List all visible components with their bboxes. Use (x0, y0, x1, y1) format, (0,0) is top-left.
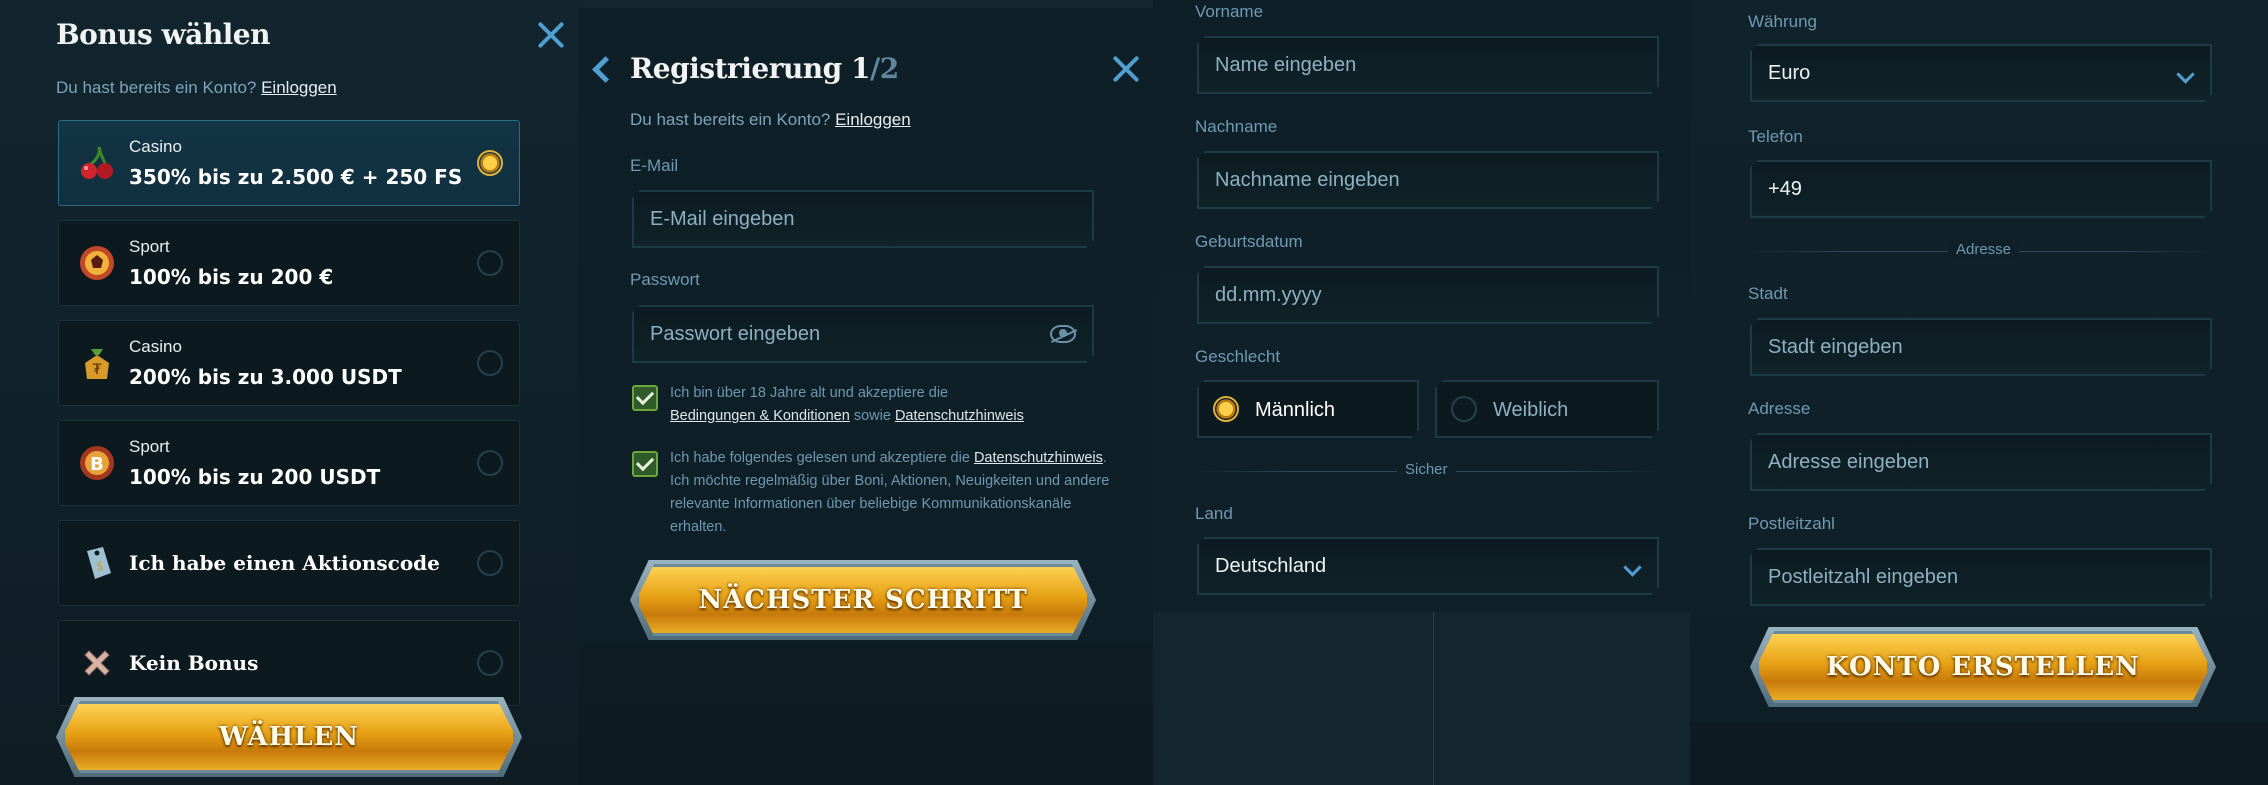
bonus-option-promo-code[interactable]: $ Ich habe einen Aktionscode (58, 520, 520, 606)
bonus-offer: 100% bis zu 200 USDT (129, 465, 381, 489)
bonus-option-none[interactable]: Kein Bonus (58, 620, 520, 706)
address-field[interactable]: Adresse eingeben (1750, 433, 2212, 491)
last-name-label: Nachname (1195, 117, 1278, 136)
gender-male-label: Männlich (1255, 399, 1336, 421)
consent-age-checkbox[interactable] (632, 385, 658, 411)
login-link[interactable]: Einloggen (835, 110, 911, 129)
create-account-button[interactable]: KONTO ERSTELLEN (1756, 631, 2210, 703)
phone-field[interactable]: +49 (1750, 160, 2212, 218)
personal-data-panel: Vorname Name eingeben Nachname Nachname … (1153, 0, 1690, 612)
bonus-category: Sport (129, 237, 170, 256)
bonus-category: Casino (129, 137, 182, 156)
bonus-panel: Bonus wählen Du hast bereits ein Konto? … (0, 0, 578, 785)
soccer-ball-icon (77, 243, 115, 281)
email-label: E-Mail (630, 156, 679, 175)
bonus-option-sport-1[interactable]: Sport 100% bis zu 200 € (58, 220, 520, 306)
back-icon[interactable] (590, 54, 610, 84)
gender-female-radio[interactable] (1451, 396, 1477, 422)
gender-male-radio[interactable] (1213, 396, 1239, 422)
login-prompt: Du hast bereits ein Konto? Einloggen (630, 110, 911, 129)
close-icon[interactable] (1111, 54, 1141, 84)
zip-label: Postleitzahl (1748, 514, 1835, 533)
bonus-offer: Ich habe einen Aktionscode (129, 551, 440, 575)
secure-divider-label: Sicher (1397, 461, 1456, 478)
choose-button[interactable]: WÄHLEN (62, 701, 516, 773)
currency-select[interactable]: Euro (1750, 44, 2212, 102)
chevron-down-icon (1623, 558, 1641, 576)
currency-label: Währung (1748, 12, 1817, 31)
svg-text:₮: ₮ (93, 362, 102, 378)
city-field[interactable]: Stadt eingeben (1750, 318, 2212, 376)
country-label: Land (1195, 504, 1233, 523)
close-icon[interactable] (536, 20, 566, 50)
country-select[interactable]: Deutschland (1197, 537, 1659, 595)
bonus-option-sport-2[interactable]: B Sport 100% bis zu 200 USDT (58, 420, 520, 506)
panel-divider-line (1433, 612, 1434, 785)
consent-age-text: Ich bin über 18 Jahre alt und akzeptiere… (670, 385, 1024, 424)
personal-data-footer (1153, 612, 1690, 785)
price-tag-icon: $ (77, 543, 115, 581)
login-prompt: Du hast bereits ein Konto? Einloggen (56, 78, 337, 97)
dob-field[interactable]: dd.mm.yyyy (1197, 266, 1659, 324)
bonus-radio[interactable] (477, 450, 503, 476)
email-field[interactable]: E-Mail eingeben (632, 190, 1094, 248)
bonus-option-casino-2[interactable]: ₮ Casino 200% bis zu 3.000 USDT (58, 320, 520, 406)
bonus-offer: 350% bis zu 2.500 € + 250 FS (129, 165, 463, 189)
bonus-radio[interactable] (477, 350, 503, 376)
privacy-link[interactable]: Datenschutzhinweis (895, 408, 1024, 424)
terms-link[interactable]: Bedingungen & Konditionen (670, 408, 850, 424)
gender-female-option[interactable]: Weiblich (1435, 380, 1659, 438)
bonus-title: Bonus wählen (56, 18, 270, 51)
address-divider-label: Adresse (1948, 241, 2020, 258)
bonus-offer: 100% bis zu 200 € (129, 265, 334, 289)
svg-text:B: B (90, 454, 104, 475)
money-bag-icon: ₮ (77, 343, 115, 381)
registration-title: Registrierung 1/2 (630, 52, 899, 85)
no-bonus-icon (77, 643, 115, 681)
chevron-down-icon (2176, 65, 2194, 83)
bonus-category: Casino (129, 337, 182, 356)
gender-female-label: Weiblich (1493, 399, 1569, 421)
bonus-radio[interactable] (477, 650, 503, 676)
password-field[interactable]: Passwort eingeben (632, 305, 1094, 363)
bonus-category: Sport (129, 437, 170, 456)
bonus-offer: Kein Bonus (129, 651, 259, 675)
registration-step-1-panel: Registrierung 1/2 Du hast bereits ein Ko… (578, 8, 1153, 644)
account-data-panel: Währung Euro Telefon +49 Adresse Stadt S… (1690, 0, 2268, 722)
svg-text:$: $ (96, 559, 104, 573)
last-name-field[interactable]: Nachname eingeben (1197, 151, 1659, 209)
city-label: Stadt (1748, 284, 1788, 303)
next-step-button[interactable]: NÄCHSTER SCHRITT (636, 564, 1090, 636)
privacy-link[interactable]: Datenschutzhinweis (974, 450, 1103, 466)
bonus-radio[interactable] (477, 550, 503, 576)
bitcoin-ball-icon: B (77, 443, 115, 481)
address-label: Adresse (1748, 399, 1811, 418)
gender-label: Geschlecht (1195, 347, 1281, 366)
cherry-icon (77, 143, 115, 181)
password-label: Passwort (630, 270, 700, 289)
login-link[interactable]: Einloggen (261, 78, 337, 97)
zip-field[interactable]: Postleitzahl eingeben (1750, 548, 2212, 606)
gender-male-option[interactable]: Männlich (1197, 380, 1419, 438)
first-name-field[interactable]: Name eingeben (1197, 36, 1659, 94)
first-name-label: Vorname (1195, 2, 1264, 21)
bonus-offer: 200% bis zu 3.000 USDT (129, 365, 402, 389)
consent-marketing-text: Ich habe folgendes gelesen und akzeptier… (670, 450, 1110, 535)
bonus-radio-selected[interactable] (477, 150, 503, 176)
consent-marketing-checkbox[interactable] (632, 451, 658, 477)
dob-label: Geburtsdatum (1195, 232, 1303, 251)
bonus-option-casino-1[interactable]: Casino 350% bis zu 2.500 € + 250 FS (58, 120, 520, 206)
phone-label: Telefon (1748, 127, 1803, 146)
bonus-radio[interactable] (477, 250, 503, 276)
